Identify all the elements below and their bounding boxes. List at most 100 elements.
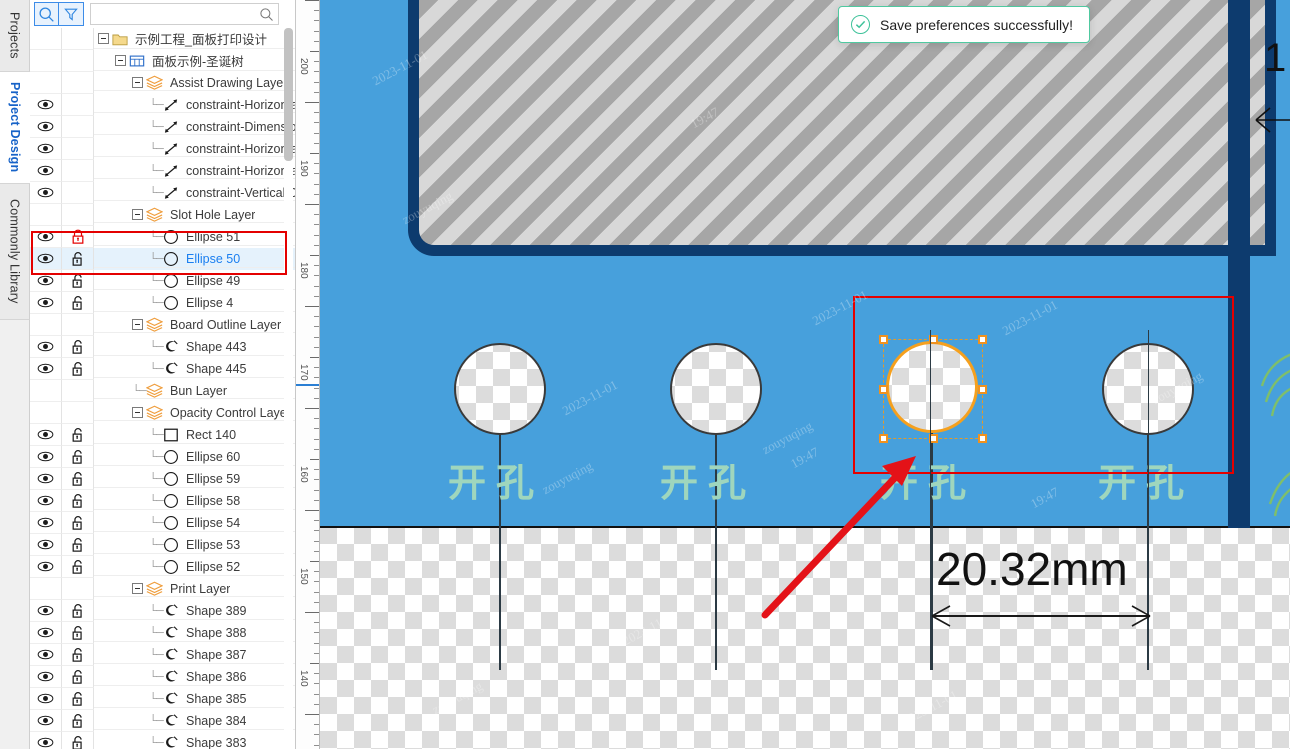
lock-open-icon[interactable] (71, 449, 85, 465)
lock-toggle[interactable] (62, 336, 94, 358)
lock-open-icon[interactable] (71, 273, 85, 289)
visibility-toggle[interactable] (30, 358, 62, 380)
lock-toggle[interactable] (62, 534, 94, 556)
eye-icon[interactable] (37, 429, 54, 440)
lock-open-icon[interactable] (71, 669, 85, 685)
eye-icon[interactable] (37, 253, 54, 264)
search-icon-button[interactable] (34, 2, 59, 26)
tree-row[interactable]: └─ constraint-Vertical Dim (30, 182, 295, 204)
lock-open-icon[interactable] (71, 493, 85, 509)
eye-icon[interactable] (37, 99, 54, 110)
tree-row[interactable]: └─ Shape 445 (30, 358, 295, 380)
layer-tree-list[interactable]: 示例工程_面板打印设计 面板示例-圣诞树 Assist Drawing Layer └… (30, 28, 295, 749)
collapse-expander-icon[interactable] (132, 407, 143, 418)
selection-handle-w[interactable] (879, 384, 888, 394)
lock-toggle[interactable] (62, 710, 94, 732)
tree-row[interactable]: └─ constraint-Horizontal D (30, 138, 295, 160)
lock-toggle[interactable] (62, 446, 94, 468)
lock-toggle[interactable] (62, 226, 94, 248)
eye-icon[interactable] (37, 605, 54, 616)
tree-row[interactable]: └─ Ellipse 54 (30, 512, 295, 534)
tab-project-design[interactable]: Project Design (0, 72, 30, 184)
eye-icon[interactable] (37, 693, 54, 704)
collapse-expander-icon[interactable] (132, 209, 143, 220)
collapse-expander-icon[interactable] (132, 319, 143, 330)
eye-icon[interactable] (37, 715, 54, 726)
tree-row[interactable]: └─ Ellipse 50 (30, 248, 295, 270)
lock-open-icon[interactable] (71, 603, 85, 619)
tree-row[interactable]: └─ Ellipse 58 (30, 490, 295, 512)
visibility-toggle[interactable] (30, 270, 62, 292)
lock-toggle[interactable] (62, 270, 94, 292)
hole[interactable] (454, 343, 546, 435)
visibility-toggle[interactable] (30, 600, 62, 622)
eye-icon[interactable] (37, 121, 54, 132)
eye-icon[interactable] (37, 561, 54, 572)
collapse-expander-icon[interactable] (132, 77, 143, 88)
tree-row[interactable]: Board Outline Layer (30, 314, 295, 336)
design-canvas[interactable]: 1 开孔 开孔 开孔 开孔 20.32mm 2023-11-01 zouyuqi… (320, 0, 1290, 749)
lock-toggle[interactable] (62, 248, 94, 270)
tree-row[interactable]: 示例工程_面板打印设计 (30, 28, 295, 50)
visibility-toggle[interactable] (30, 138, 62, 160)
lock-toggle[interactable] (62, 666, 94, 688)
collapse-expander-icon[interactable] (115, 55, 126, 66)
tree-row[interactable]: └─ Shape 387 (30, 644, 295, 666)
tree-row[interactable]: └─ Ellipse 60 (30, 446, 295, 468)
lock-closed-icon[interactable] (71, 229, 85, 245)
tree-row[interactable]: Opacity Control Layer (30, 402, 295, 424)
tree-row[interactable]: └─ constraint-Horizontal D (30, 160, 295, 182)
visibility-toggle[interactable] (30, 424, 62, 446)
lock-open-icon[interactable] (71, 647, 85, 663)
eye-icon[interactable] (37, 231, 54, 242)
visibility-toggle[interactable] (30, 160, 62, 182)
lock-open-icon[interactable] (71, 471, 85, 487)
tree-row[interactable]: └─ Ellipse 53 (30, 534, 295, 556)
tree-row[interactable]: └─ Shape 383 (30, 732, 295, 749)
lock-open-icon[interactable] (71, 295, 85, 311)
tree-row[interactable]: └─ constraint-Horizontal D (30, 94, 295, 116)
lock-toggle[interactable] (62, 600, 94, 622)
lock-toggle[interactable] (62, 556, 94, 578)
selection-handle-ne[interactable] (978, 335, 987, 344)
tree-row[interactable]: └─ Ellipse 59 (30, 468, 295, 490)
tree-row[interactable]: └─ Ellipse 51 (30, 226, 295, 248)
visibility-toggle[interactable] (30, 94, 62, 116)
selection-handle-e[interactable] (978, 384, 987, 394)
lock-toggle[interactable] (62, 490, 94, 512)
search-box[interactable] (90, 3, 279, 25)
lock-toggle[interactable] (62, 468, 94, 490)
filter-icon-button[interactable] (59, 2, 84, 26)
eye-icon[interactable] (37, 165, 54, 176)
tree-row[interactable]: └─ Shape 389 (30, 600, 295, 622)
lock-toggle[interactable] (62, 732, 94, 749)
lock-toggle[interactable] (62, 358, 94, 380)
tree-row[interactable]: └─ constraint-Dimension 4 (30, 116, 295, 138)
tree-row[interactable]: └─ Shape 384 (30, 710, 295, 732)
eye-icon[interactable] (37, 737, 54, 748)
lock-toggle[interactable] (62, 512, 94, 534)
tree-row[interactable]: └─ Ellipse 52 (30, 556, 295, 578)
lock-open-icon[interactable] (71, 515, 85, 531)
tree-scrollbar[interactable] (284, 28, 293, 749)
visibility-toggle[interactable] (30, 490, 62, 512)
eye-icon[interactable] (37, 187, 54, 198)
lock-toggle[interactable] (62, 622, 94, 644)
eye-icon[interactable] (37, 297, 54, 308)
visibility-toggle[interactable] (30, 116, 62, 138)
tree-row[interactable]: └─ Rect 140 (30, 424, 295, 446)
collapse-expander-icon[interactable] (98, 33, 109, 44)
lock-open-icon[interactable] (71, 361, 85, 377)
lock-toggle[interactable] (62, 292, 94, 314)
eye-icon[interactable] (37, 275, 54, 286)
search-input[interactable] (91, 4, 278, 24)
lock-open-icon[interactable] (71, 735, 85, 749)
eye-icon[interactable] (37, 341, 54, 352)
lock-open-icon[interactable] (71, 427, 85, 443)
eye-icon[interactable] (37, 539, 54, 550)
lock-open-icon[interactable] (71, 339, 85, 355)
eye-icon[interactable] (37, 143, 54, 154)
visibility-toggle[interactable] (30, 710, 62, 732)
eye-icon[interactable] (37, 517, 54, 528)
lock-open-icon[interactable] (71, 625, 85, 641)
